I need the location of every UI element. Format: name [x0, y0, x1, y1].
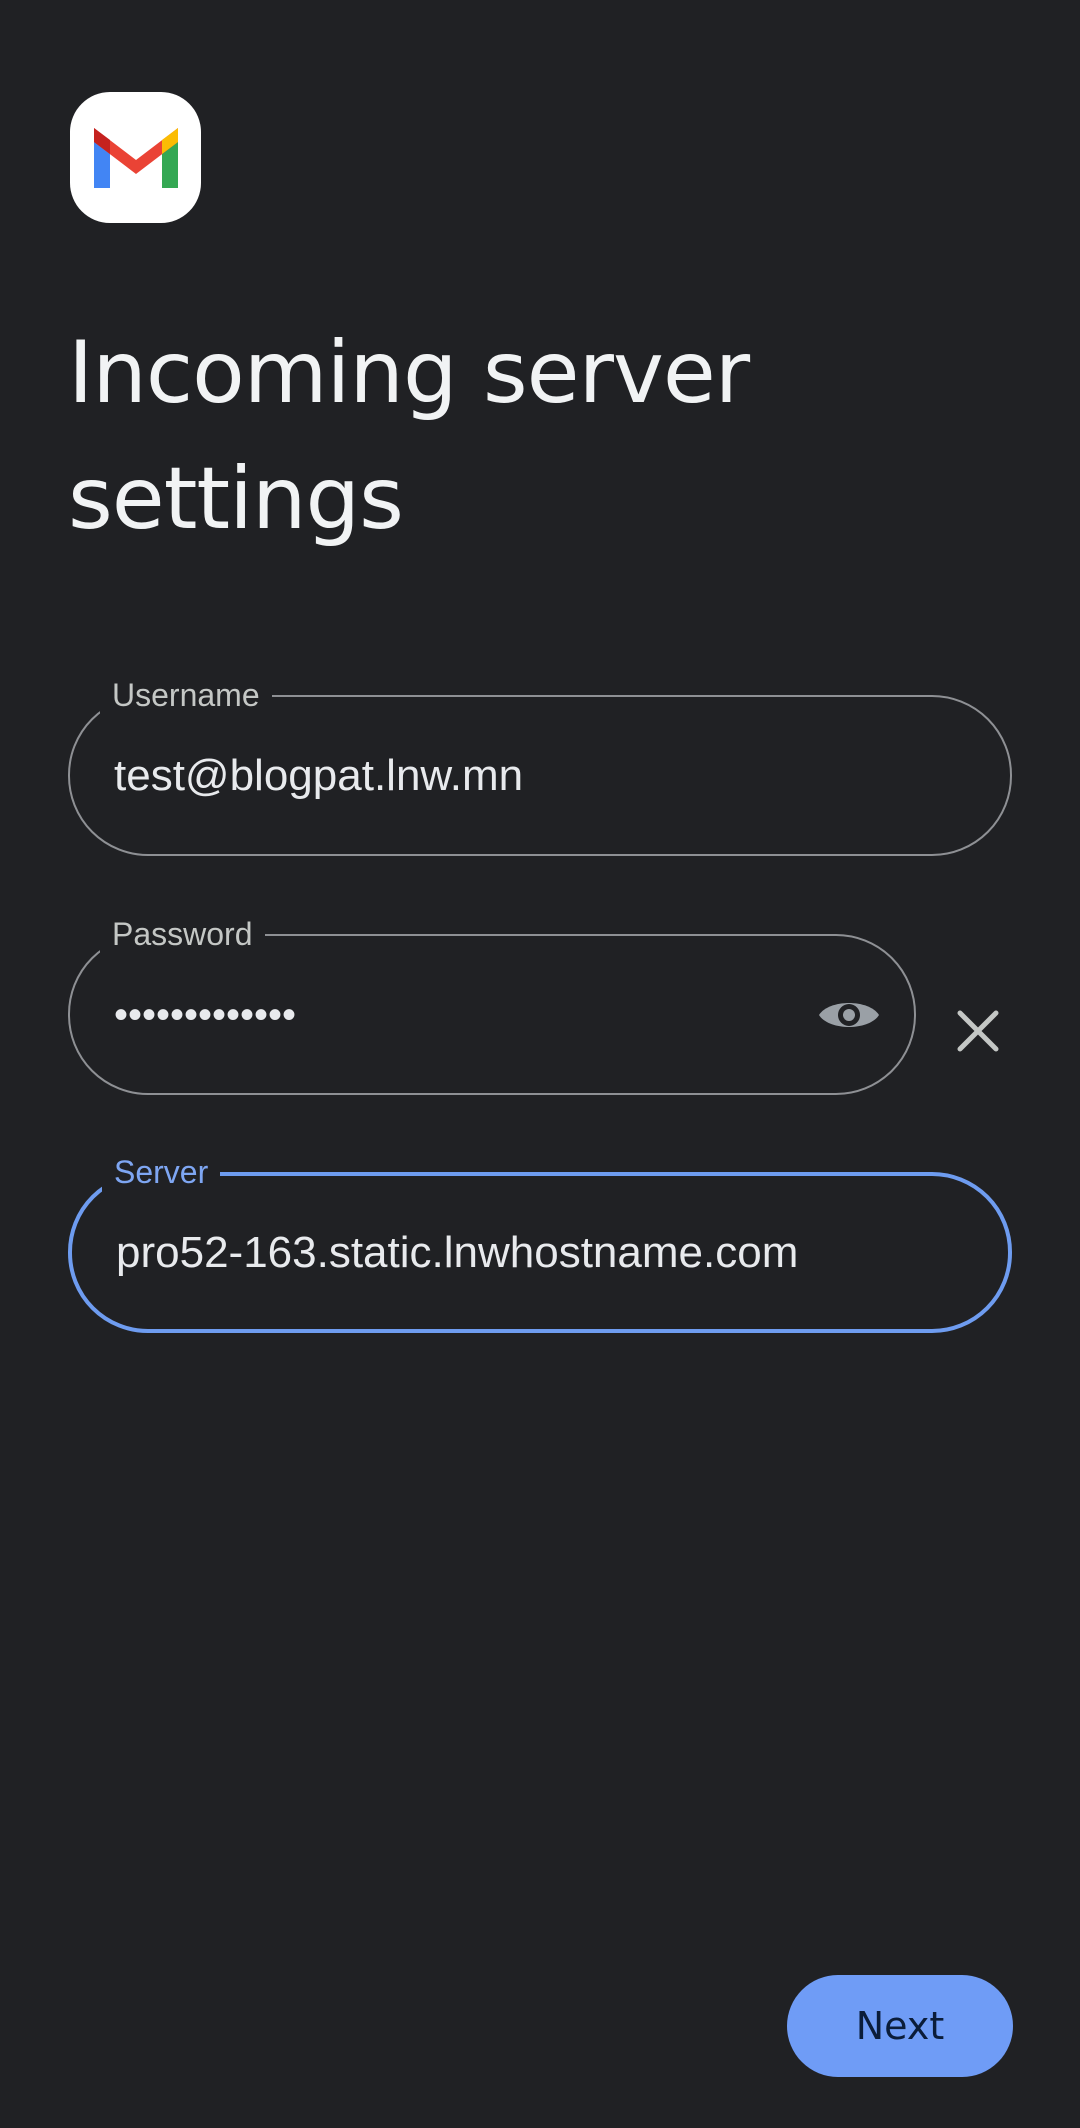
next-button[interactable]: Next: [787, 1975, 1013, 2077]
password-label: Password: [100, 914, 265, 954]
username-value[interactable]: test@blogpat.lnw.mn: [114, 748, 980, 804]
password-value[interactable]: •••••••••••••: [114, 987, 784, 1043]
close-icon[interactable]: [950, 1003, 1006, 1059]
eye-icon[interactable]: [816, 993, 882, 1037]
page-title: Incoming server settings: [68, 323, 750, 549]
username-field[interactable]: Username test@blogpat.lnw.mn: [68, 675, 1012, 856]
password-field[interactable]: Password •••••••••••••: [68, 914, 916, 1095]
username-label: Username: [100, 675, 272, 715]
gmail-logo-icon: [70, 92, 201, 223]
server-value[interactable]: pro52-163.static.lnwhostname.com: [116, 1225, 978, 1281]
gmail-m-icon: [93, 127, 178, 188]
server-field[interactable]: Server pro52-163.static.lnwhostname.com: [68, 1152, 1012, 1333]
server-label: Server: [102, 1152, 221, 1192]
